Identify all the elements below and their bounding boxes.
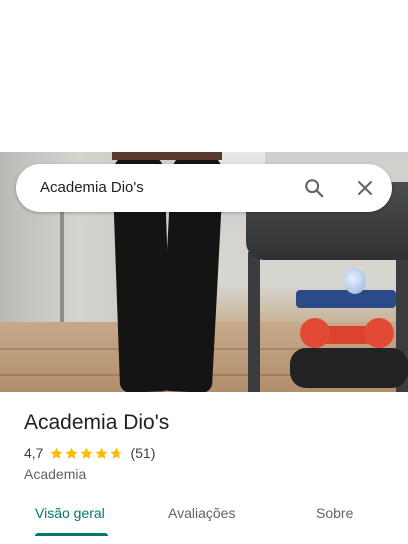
tab-reviews[interactable]: Avaliações — [168, 504, 235, 522]
clear-search-button[interactable] — [353, 176, 377, 200]
close-icon — [358, 181, 372, 195]
rating-stars — [49, 446, 124, 461]
review-count[interactable]: (51) — [130, 445, 155, 461]
tab-bar: Visão geral Avaliações Sobre — [0, 496, 408, 536]
place-category[interactable]: Academia — [24, 465, 86, 483]
star-icon — [96, 447, 108, 459]
tab-overview[interactable]: Visão geral — [35, 504, 105, 522]
tab-active-indicator — [35, 533, 108, 536]
search-icon — [305, 179, 324, 198]
place-title: Academia Dio's — [24, 411, 170, 434]
star-icon — [81, 447, 93, 459]
tab-about[interactable]: Sobre — [316, 504, 353, 522]
rating-value: 4,7 — [24, 445, 44, 461]
search-bar[interactable]: Academia Dio's — [16, 164, 392, 212]
rating-row[interactable]: 4,7 (51) — [24, 444, 155, 462]
search-input[interactable]: Academia Dio's — [40, 178, 144, 198]
star-icon — [111, 447, 123, 459]
star-icon — [66, 447, 78, 459]
search-button[interactable] — [302, 176, 326, 200]
place-page: Academia Dio's Academia Dio's 4,7 (51) A… — [0, 0, 408, 544]
star-icon — [51, 447, 63, 459]
